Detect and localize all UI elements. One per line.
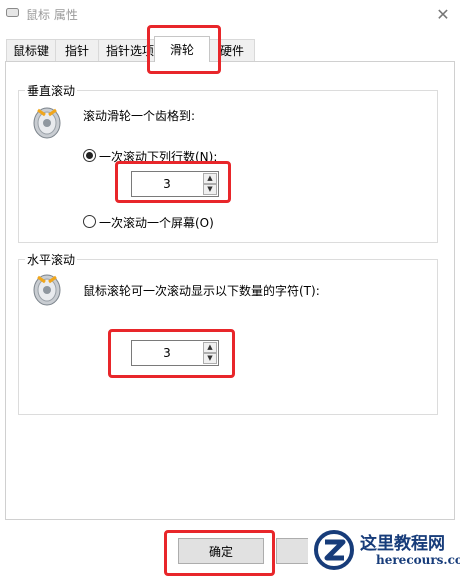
vertical-scroll-caption: 垂直滚动 (25, 82, 78, 99)
lines-spin-down-button[interactable]: ▼ (203, 184, 217, 195)
scroll-lines-radio[interactable] (83, 149, 96, 162)
horizontal-scroll-group: 水平滚动 鼠标滚轮可一次滚动显示以下数量的字符(T): 3 ▲ ▼ (18, 251, 438, 415)
chars-value[interactable]: 3 (132, 341, 202, 365)
horizontal-scroll-caption: 水平滚动 (25, 251, 78, 268)
tab-mouse-buttons[interactable]: 鼠标键 (6, 39, 56, 61)
vertical-scroll-prompt: 滚动滑轮一个齿格到: (83, 109, 196, 123)
ok-button[interactable]: 确定 (178, 538, 264, 564)
scroll-screen-radio[interactable] (83, 215, 96, 228)
watermark-title: 这里教程网 (360, 534, 445, 554)
watermark: 这里教程网 herecours.com (308, 526, 460, 576)
mouse-wheel-icon (33, 274, 61, 306)
lines-spin-up-button[interactable]: ▲ (203, 173, 217, 184)
chars-spinbox[interactable]: 3 ▲ ▼ (131, 340, 219, 366)
close-button[interactable]: ✕ (426, 0, 460, 28)
mouse-wheel-icon (33, 107, 61, 139)
watermark-logo-icon (314, 530, 354, 570)
tab-strip: 鼠标键 指针 指针选项 滑轮 硬件 (0, 36, 460, 62)
scroll-screen-label: 一次滚动一个屏幕(O) (99, 216, 214, 230)
chars-spin-down-button[interactable]: ▼ (203, 353, 217, 364)
tab-wheel[interactable]: 滑轮 (154, 36, 210, 62)
wheel-tab-panel: 垂直滚动 滚动滑轮一个齿格到: 一次滚动下列行数(N): 3 ▲ ▼ 一次滚动一… (5, 61, 455, 520)
window-title: 鼠标 属性 (26, 8, 78, 22)
tab-pointer-options[interactable]: 指针选项 (98, 39, 162, 61)
title-bar: 鼠标 属性 ✕ (0, 0, 460, 28)
close-icon: ✕ (436, 4, 450, 24)
tab-hardware[interactable]: 硬件 (209, 39, 255, 61)
mouse-icon (6, 8, 19, 17)
watermark-url: herecours.com (376, 553, 460, 567)
lines-spinbox[interactable]: 3 ▲ ▼ (131, 171, 219, 197)
chars-spin-up-button[interactable]: ▲ (203, 342, 217, 353)
scroll-lines-label: 一次滚动下列行数(N): (99, 150, 218, 164)
vertical-scroll-group: 垂直滚动 滚动滑轮一个齿格到: 一次滚动下列行数(N): 3 ▲ ▼ 一次滚动一… (18, 82, 438, 243)
tab-pointers[interactable]: 指针 (55, 39, 99, 61)
horizontal-scroll-prompt: 鼠标滚轮可一次滚动显示以下数量的字符(T): (83, 284, 320, 298)
lines-value[interactable]: 3 (132, 172, 202, 196)
